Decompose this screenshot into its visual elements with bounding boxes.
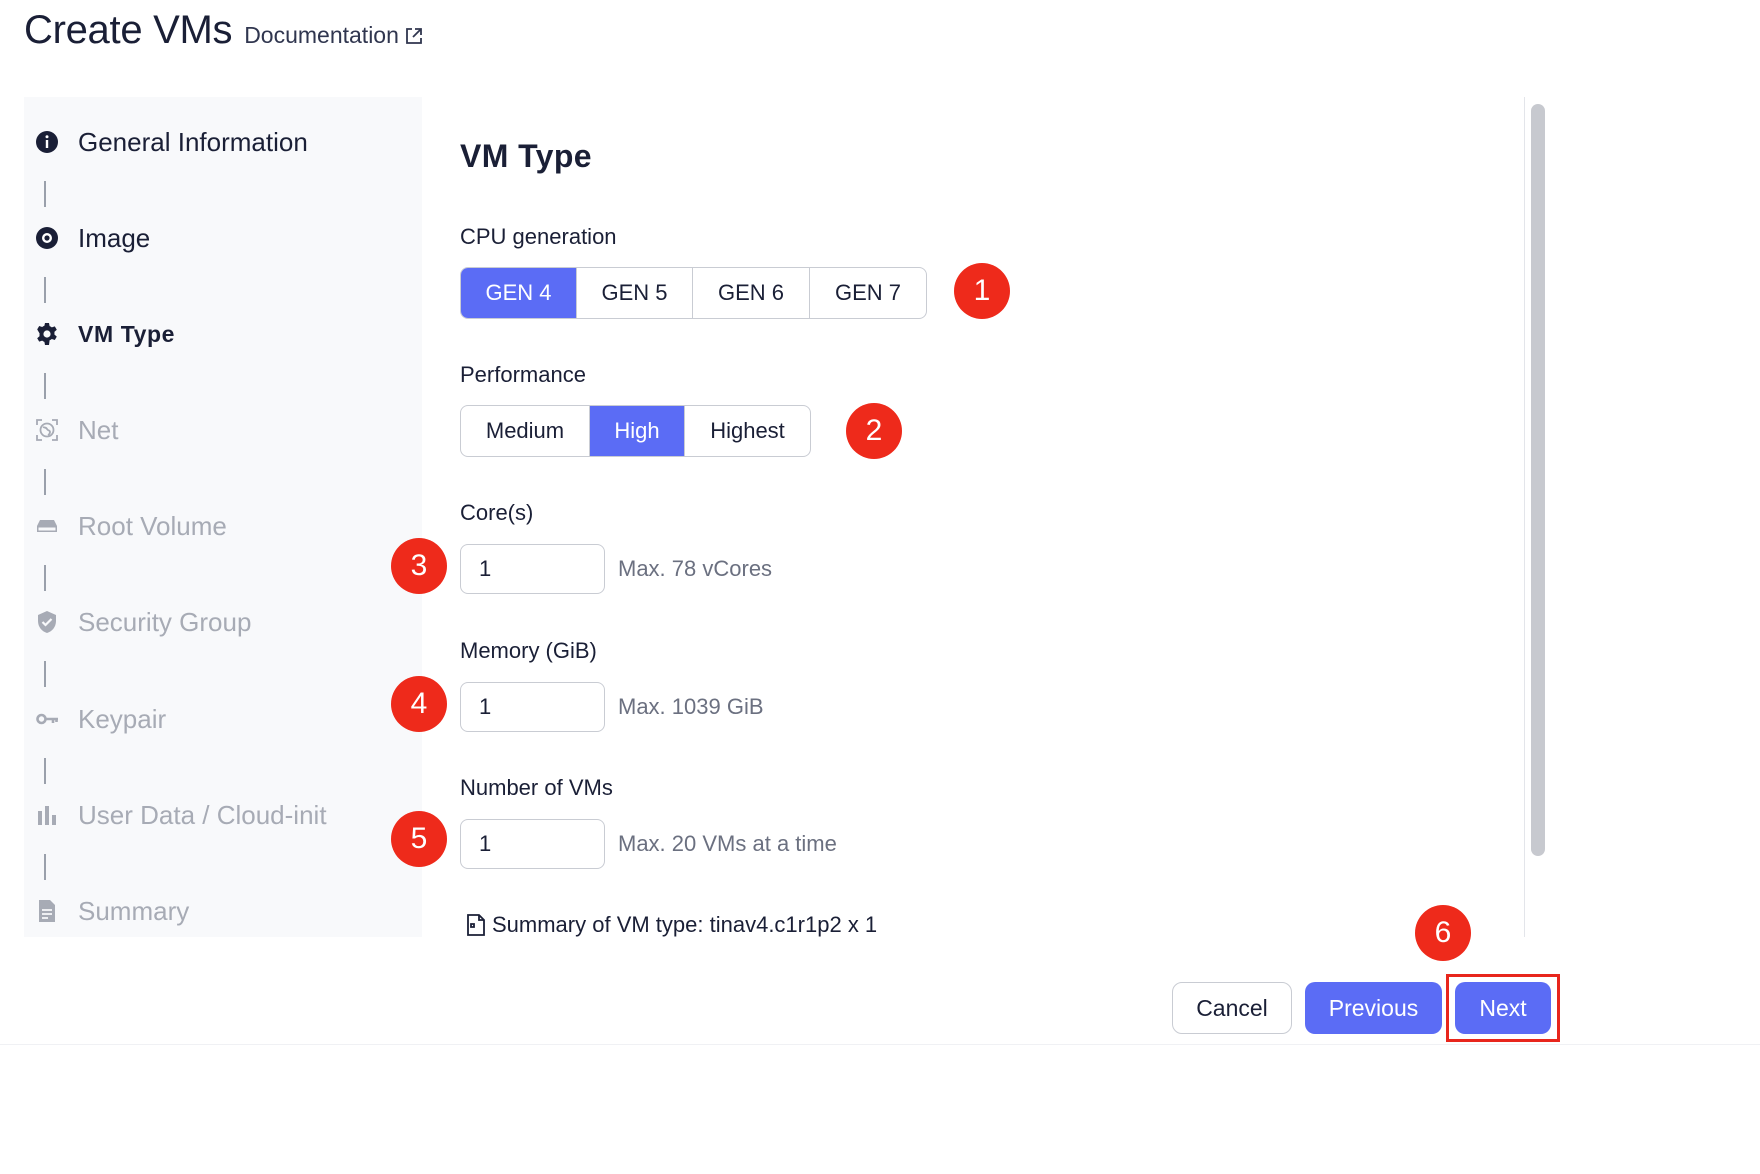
step-label: User Data / Cloud-init [78, 799, 327, 830]
annotation-badge-6: 6 [1415, 905, 1471, 961]
step-label: Root Volume [78, 510, 227, 541]
step-net[interactable]: Net [34, 410, 118, 450]
step-security-group[interactable]: Security Group [34, 602, 251, 642]
scrollbar-thumb[interactable] [1531, 104, 1545, 856]
next-button-highlight [1446, 974, 1560, 1042]
step-connector [44, 373, 46, 399]
cpu-option-gen7[interactable]: GEN 7 [810, 268, 926, 318]
number-of-vms-input[interactable]: 1 [460, 819, 605, 869]
step-user-data[interactable]: User Data / Cloud-init [34, 795, 327, 835]
info-icon [34, 129, 60, 155]
performance-selector: Medium High Highest [460, 405, 811, 457]
vm-type-summary: Summary of VM type: tinav4.c1r1p2 x 1 [466, 912, 877, 938]
shield-icon [34, 609, 60, 635]
cores-label: Core(s) [460, 500, 534, 525]
cpu-generation-label: CPU generation [460, 224, 617, 249]
file-icon [34, 898, 60, 924]
previous-button[interactable]: Previous [1305, 982, 1442, 1034]
step-label: Image [78, 222, 151, 253]
performance-option-medium[interactable]: Medium [461, 406, 590, 456]
step-label: Security Group [78, 606, 252, 637]
memory-input[interactable]: 1 [460, 682, 605, 732]
gear-icon [34, 321, 60, 347]
number-of-vms-label: Number of VMs [460, 775, 613, 800]
step-label: General Information [78, 126, 308, 157]
document-icon [467, 914, 485, 936]
annotation-badge-2: 2 [846, 403, 902, 459]
performance-label: Performance [460, 362, 586, 387]
cpu-option-gen6[interactable]: GEN 6 [693, 268, 810, 318]
memory-hint: Max. 1039 GiB [618, 694, 764, 719]
step-connector [44, 181, 46, 207]
cpu-generation-selector: GEN 4 GEN 5 GEN 6 GEN 7 [460, 267, 927, 319]
vm-type-summary-text: Summary of VM type: tinav4.c1r1p2 x 1 [492, 912, 878, 937]
step-connector [44, 661, 46, 687]
page-header: Create VMs Documentation [24, 8, 424, 53]
cores-hint: Max. 78 vCores [618, 556, 773, 581]
annotation-badge-4: 4 [391, 676, 447, 732]
step-general-information[interactable]: General Information [34, 122, 308, 162]
step-label: VM Type [78, 320, 176, 347]
documentation-label: Documentation [244, 22, 399, 48]
step-root-volume[interactable]: Root Volume [34, 506, 227, 546]
step-summary[interactable]: Summary [34, 891, 189, 931]
performance-option-high[interactable]: High [590, 406, 685, 456]
bar-chart-icon [34, 802, 60, 828]
cpu-option-gen4[interactable]: GEN 4 [461, 268, 577, 318]
step-label: Summary [78, 895, 190, 926]
memory-label: Memory (GiB) [460, 638, 597, 663]
step-image[interactable]: Image [34, 218, 150, 258]
step-label: Net [78, 414, 119, 445]
cancel-button[interactable]: Cancel [1172, 982, 1292, 1034]
step-connector [44, 277, 46, 303]
drive-icon [34, 513, 60, 539]
step-connector [44, 758, 46, 784]
number-of-vms-hint: Max. 20 VMs at a time [618, 831, 837, 856]
page-title: Create VMs [24, 8, 233, 52]
key-icon [34, 706, 60, 732]
documentation-link[interactable]: Documentation [244, 22, 424, 49]
performance-option-highest[interactable]: Highest [685, 406, 810, 456]
step-connector [44, 854, 46, 880]
step-connector [44, 469, 46, 495]
cpu-option-gen5[interactable]: GEN 5 [577, 268, 693, 318]
globe-icon [34, 417, 60, 443]
annotation-badge-1: 1 [954, 263, 1010, 319]
cores-input[interactable]: 1 [460, 544, 605, 594]
footer-divider [0, 1044, 1760, 1045]
step-label: Keypair [78, 703, 167, 734]
annotation-badge-3: 3 [391, 538, 447, 594]
section-title: VM Type [460, 138, 593, 174]
annotation-badge-5: 5 [391, 811, 447, 867]
external-link-icon [405, 27, 422, 44]
radio-icon [34, 225, 60, 251]
step-connector [44, 565, 46, 591]
step-vm-type[interactable]: VM Type [34, 314, 175, 354]
step-keypair[interactable]: Keypair [34, 699, 166, 739]
